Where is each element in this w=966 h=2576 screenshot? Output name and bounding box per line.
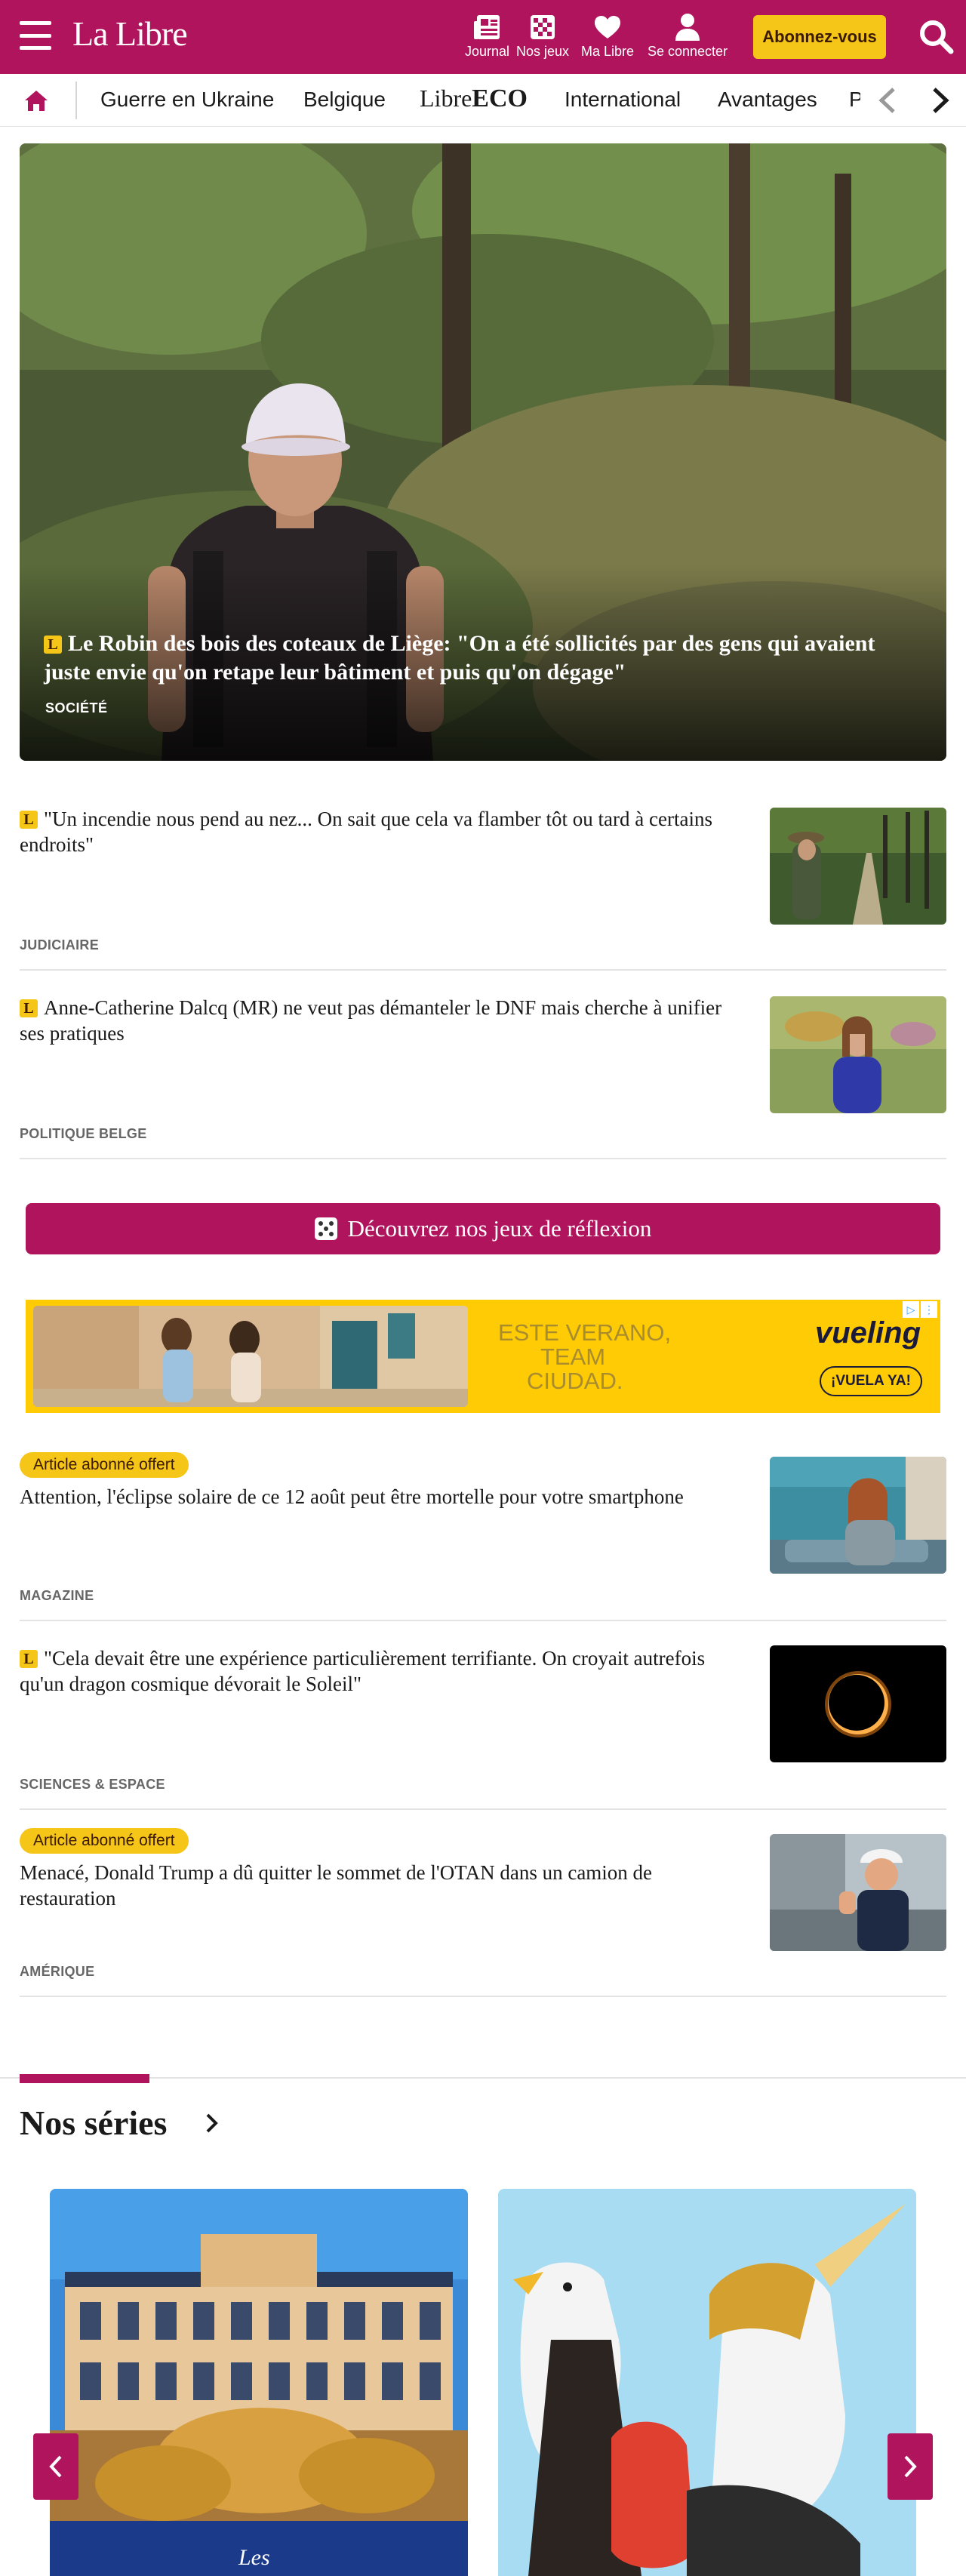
premium-badge: L [20, 1650, 38, 1668]
chevron-right-icon [904, 2455, 917, 2478]
checkerboard-icon [530, 11, 555, 44]
hero-category[interactable]: SOCIÉTÉ [45, 700, 108, 716]
section-nav: Guerre en Ukraine Belgique LibreECO Inte… [0, 74, 966, 127]
nav-prev-arrow-icon[interactable] [874, 86, 901, 115]
ad-headline-line: CIUDAD. [527, 1368, 623, 1394]
hero-title-text: Le Robin des bois des coteaux de Liège: … [44, 631, 875, 685]
article-title[interactable]: Menacé, Donald Trump a dû quitter le som… [20, 1860, 744, 1911]
games-nav-label: Nos jeux [516, 44, 570, 59]
ad-headline-line: ESTE VERANO, [498, 1319, 672, 1346]
offer-badge: Article abonné offert [20, 1828, 189, 1854]
series-heading[interactable]: Nos séries [20, 2103, 167, 2143]
ad-choices-icon[interactable]: ▷ [903, 1301, 919, 1318]
article-item[interactable]: L "Un incendie nous pend au nez... On sai… [20, 806, 946, 974]
article-category[interactable]: JUDICIAIRE [20, 937, 99, 953]
ad-headline: ESTE VERANO, TEAM CIUDAD. [498, 1321, 671, 1393]
nav-item-ukraine[interactable]: Guerre en Ukraine [100, 88, 274, 112]
subscribe-button[interactable]: Abonnez-vous [753, 15, 886, 59]
ma-libre-label: Ma Libre [581, 44, 635, 59]
chevron-right-icon[interactable] [204, 2112, 220, 2134]
article-thumbnail[interactable] [770, 1645, 946, 1762]
nav-item-belgique[interactable]: Belgique [303, 88, 386, 112]
home-icon[interactable] [23, 88, 50, 115]
article-title-text: "Cela devait être une expérience particu… [20, 1647, 706, 1695]
login-button[interactable]: Se connecter [648, 11, 728, 60]
ma-libre-button[interactable]: Ma Libre [581, 11, 634, 60]
premium-badge: L [20, 999, 38, 1017]
series-card-image [50, 2189, 468, 2576]
menu-icon[interactable] [20, 21, 51, 50]
article-thumbnail[interactable] [770, 808, 946, 925]
series-card[interactable] [498, 2189, 916, 2576]
nav-item-avantages[interactable]: Avantages [718, 88, 817, 112]
article-title-text: "Un incendie nous pend au nez... On sait… [20, 808, 712, 856]
carousel-prev-button[interactable] [33, 2433, 78, 2500]
article-thumbnail[interactable] [770, 1457, 946, 1574]
journal-label: Journal [465, 44, 510, 59]
advertisement-banner[interactable]: ESTE VERANO, TEAM CIUDAD. vueling ¡VUELA… [26, 1300, 940, 1413]
article-title[interactable]: L "Cela devait être une expérience partic… [20, 1645, 744, 1697]
nav-item-libre-eco[interactable]: LibreECO [420, 85, 528, 113]
eco-logo-prefix: Libre [420, 85, 472, 112]
series-card-caption: Les [238, 2545, 270, 2570]
ad-brand-logo: vueling [815, 1316, 921, 1350]
ad-menu-icon[interactable]: ⋮ [921, 1301, 937, 1318]
games-nav-button[interactable]: Nos jeux [516, 11, 569, 60]
article-category[interactable]: POLITIQUE BELGE [20, 1126, 147, 1142]
article-category[interactable]: SCIENCES & ESPACE [20, 1777, 165, 1793]
search-icon[interactable] [918, 18, 955, 56]
nav-divider [75, 82, 77, 119]
article-thumbnail[interactable] [770, 1834, 946, 1951]
article-item[interactable]: L "Cela devait être une expérience partic… [20, 1645, 946, 1813]
article-item[interactable]: Article abonné offert Menacé, Donald Tru… [20, 1828, 946, 1999]
nav-next-arrow-icon[interactable] [927, 86, 954, 115]
nav-item-international[interactable]: International [565, 88, 681, 112]
carousel-next-button[interactable] [888, 2433, 933, 2500]
journal-button[interactable]: Journal [465, 11, 509, 60]
login-label: Se connecter [648, 44, 728, 59]
article-item[interactable]: Article abonné offert Attention, l'éclip… [20, 1452, 946, 1623]
eco-logo-suffix: ECO [472, 85, 528, 112]
site-logo[interactable]: La Libre [72, 14, 188, 54]
offer-badge: Article abonné offert [20, 1452, 189, 1478]
ad-cta-button[interactable]: ¡VUELA YA! [820, 1366, 922, 1396]
series-card-image [498, 2189, 916, 2576]
top-header: La Libre Journal Nos jeux Ma Libre Se co… [0, 0, 966, 74]
hero-premium-badge: L [44, 636, 62, 654]
newspaper-icon [472, 11, 503, 44]
ad-image [33, 1306, 468, 1407]
article-title[interactable]: L Anne-Catherine Dalcq (MR) ne veut pas d… [20, 995, 744, 1046]
article-divider [20, 1996, 946, 1997]
chevron-left-icon [49, 2455, 62, 2478]
article-category[interactable]: MAGAZINE [20, 1588, 94, 1604]
article-item[interactable]: L Anne-Catherine Dalcq (MR) ne veut pas d… [20, 995, 946, 1162]
ad-choices[interactable]: ▷ ⋮ [903, 1301, 937, 1318]
article-title-text: Anne-Catherine Dalcq (MR) ne veut pas dé… [20, 996, 722, 1045]
article-category[interactable]: AMÉRIQUE [20, 1964, 94, 1980]
games-promo-button[interactable]: Découvrez nos jeux de réflexion [26, 1203, 940, 1254]
hero-title[interactable]: L Le Robin des bois des coteaux de Liège:… [44, 629, 912, 687]
series-card[interactable]: Les [50, 2189, 468, 2576]
games-promo-label: Découvrez nos jeux de réflexion [347, 1215, 652, 1242]
article-divider [20, 1620, 946, 1621]
article-thumbnail[interactable] [770, 996, 946, 1113]
premium-badge: L [20, 811, 38, 829]
series-accent-bar [20, 2074, 149, 2083]
dice-icon [314, 1217, 337, 1240]
article-divider [20, 1158, 946, 1159]
article-divider [20, 969, 946, 971]
article-divider [20, 1808, 946, 1810]
ad-headline-line: TEAM [540, 1343, 606, 1370]
article-title[interactable]: Attention, l'éclipse solaire de ce 12 ao… [20, 1484, 744, 1510]
heart-icon [593, 11, 622, 44]
article-title[interactable]: L "Un incendie nous pend au nez... On sai… [20, 806, 744, 857]
user-icon [674, 11, 701, 44]
